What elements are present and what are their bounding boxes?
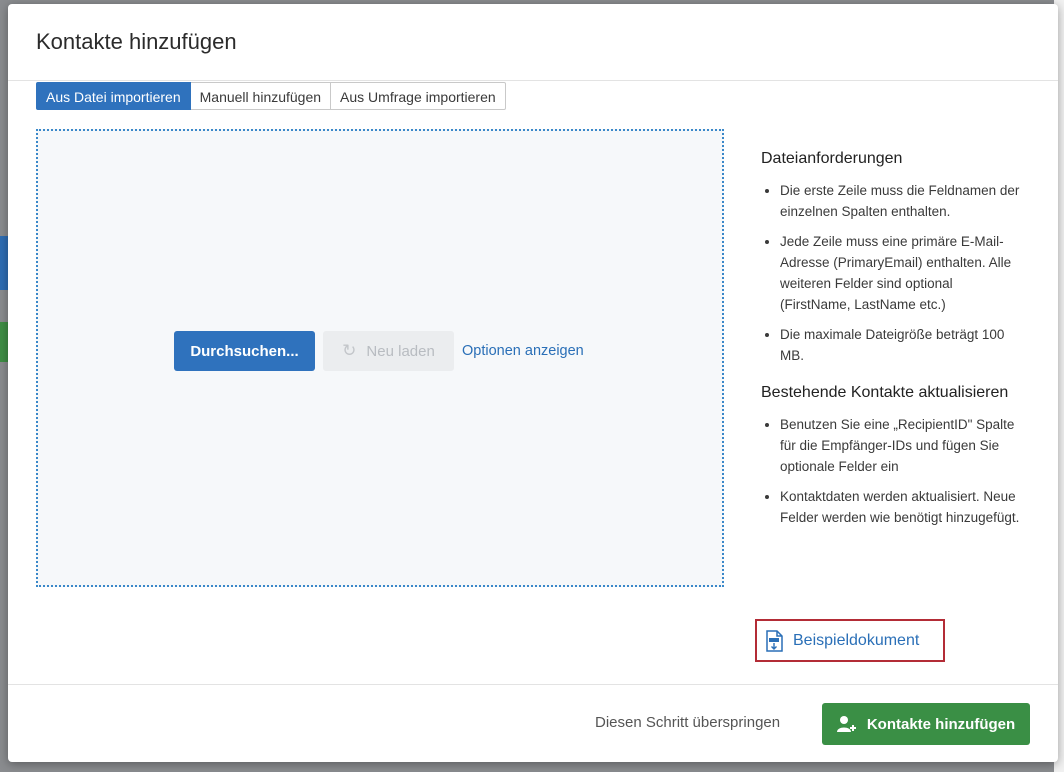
dialog-title: Kontakte hinzufügen	[36, 29, 237, 54]
sample-document-link[interactable]: Beispieldokument	[755, 619, 945, 662]
file-requirements-panel: Dateianforderungen Die erste Zeile muss …	[761, 148, 1021, 537]
reload-label: Neu laden	[366, 342, 435, 360]
sample-document-label: Beispieldokument	[793, 631, 920, 649]
dropzone-actions: Durchsuchen... ↻ Neu laden Optionen anze…	[174, 331, 584, 371]
requirements-list: Die erste Zeile muss die Feldnamen der e…	[761, 180, 1021, 366]
requirements-title: Dateianforderungen	[761, 150, 903, 167]
background-app-green-button	[0, 322, 8, 362]
tab-import-file[interactable]: Aus Datei importieren	[36, 82, 191, 110]
update-list: Benutzen Sie eine „RecipientID" Spalte f…	[761, 414, 1021, 528]
add-contacts-dialog: Kontakte hinzufügen Aus Datei importiere…	[8, 4, 1058, 762]
list-item: Kontaktdaten werden aktualisiert. Neue F…	[780, 486, 1021, 528]
dialog-header: Kontakte hinzufügen	[8, 4, 1058, 81]
file-dropzone[interactable]: Durchsuchen... ↻ Neu laden Optionen anze…	[36, 129, 724, 587]
csv-document-icon	[766, 629, 783, 652]
tab-import-survey[interactable]: Aus Umfrage importieren	[331, 82, 506, 110]
reload-button: ↻ Neu laden	[323, 331, 454, 371]
background-app-blue-bar	[0, 236, 8, 290]
reload-icon: ↻	[342, 341, 357, 360]
list-item: Jede Zeile muss eine primäre E-Mail-Adre…	[780, 231, 1021, 315]
show-options-link[interactable]: Optionen anzeigen	[462, 343, 584, 359]
browse-button[interactable]: Durchsuchen...	[174, 331, 315, 371]
footer-divider	[8, 684, 1058, 685]
tab-add-manually[interactable]: Manuell hinzufügen	[190, 82, 332, 110]
list-item: Die erste Zeile muss die Feldnamen der e…	[780, 180, 1021, 222]
list-item: Die maximale Dateigröße beträgt 100 MB.	[780, 324, 1021, 366]
import-tabs: Aus Datei importieren Manuell hinzufügen…	[36, 82, 506, 110]
add-user-icon	[836, 716, 856, 732]
add-contacts-label: Kontakte hinzufügen	[866, 715, 1016, 733]
update-contacts-title: Bestehende Kontakte aktualisieren	[761, 384, 1009, 401]
add-contacts-button[interactable]: Kontakte hinzufügen	[822, 703, 1030, 745]
skip-step-link[interactable]: Diesen Schritt überspringen	[595, 714, 780, 731]
list-item: Benutzen Sie eine „RecipientID" Spalte f…	[780, 414, 1021, 477]
